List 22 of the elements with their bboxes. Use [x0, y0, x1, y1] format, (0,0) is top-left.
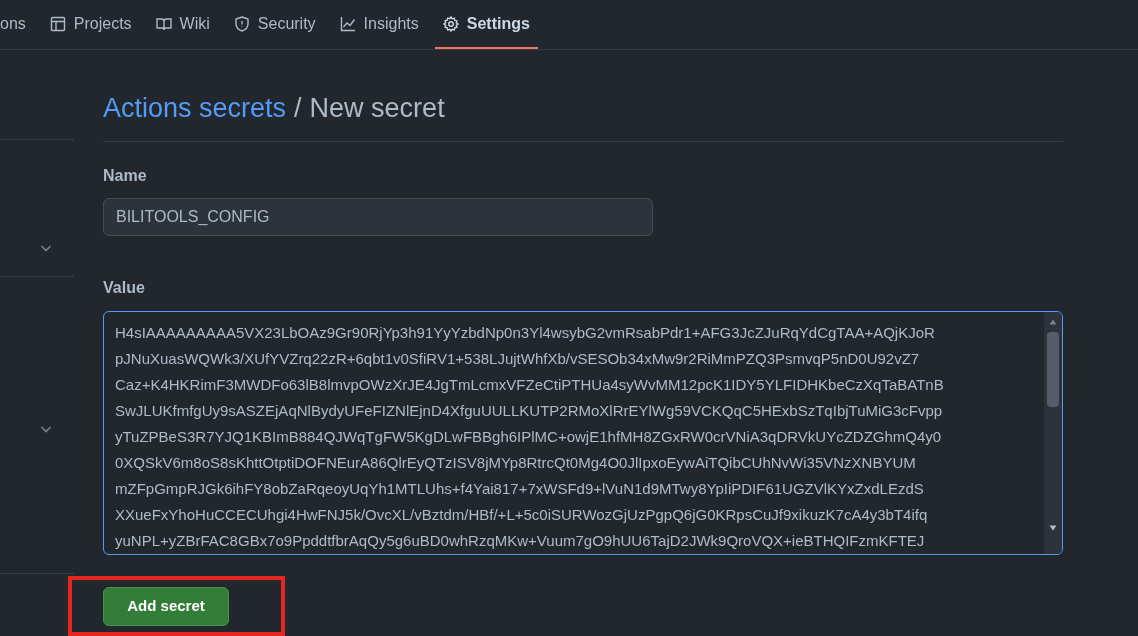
repo-tab[interactable]: Insights	[331, 0, 427, 49]
table-icon	[49, 15, 66, 32]
graph-icon	[339, 15, 356, 32]
name-input-field[interactable]: BILITOOLS_CONFIG	[103, 197, 653, 236]
gear-icon	[442, 15, 459, 32]
scroll-up-icon[interactable]	[1049, 317, 1057, 326]
scrollbar[interactable]	[1044, 311, 1062, 554]
repo-tab[interactable]: Wiki	[147, 0, 218, 49]
actions-secrets-link[interactable]: Actions secrets	[103, 88, 287, 129]
add-secret-button[interactable]: Add secret	[103, 586, 229, 626]
repo-tab[interactable]: Settings	[434, 0, 538, 49]
repo-tab[interactable]: ons	[0, 0, 34, 49]
page-title: New secret	[309, 92, 445, 125]
book-icon	[155, 15, 172, 32]
scroll-down-icon[interactable]	[1049, 524, 1057, 532]
scrollbar-thumb[interactable]	[1047, 331, 1059, 407]
name-label: Name	[103, 165, 147, 186]
repo-tab[interactable]: Security	[225, 0, 324, 49]
shield-icon	[233, 15, 250, 32]
repo-tab[interactable]: Projects	[41, 0, 140, 49]
value-label: Value	[103, 277, 145, 298]
breadcrumb-separator: /	[294, 92, 302, 125]
